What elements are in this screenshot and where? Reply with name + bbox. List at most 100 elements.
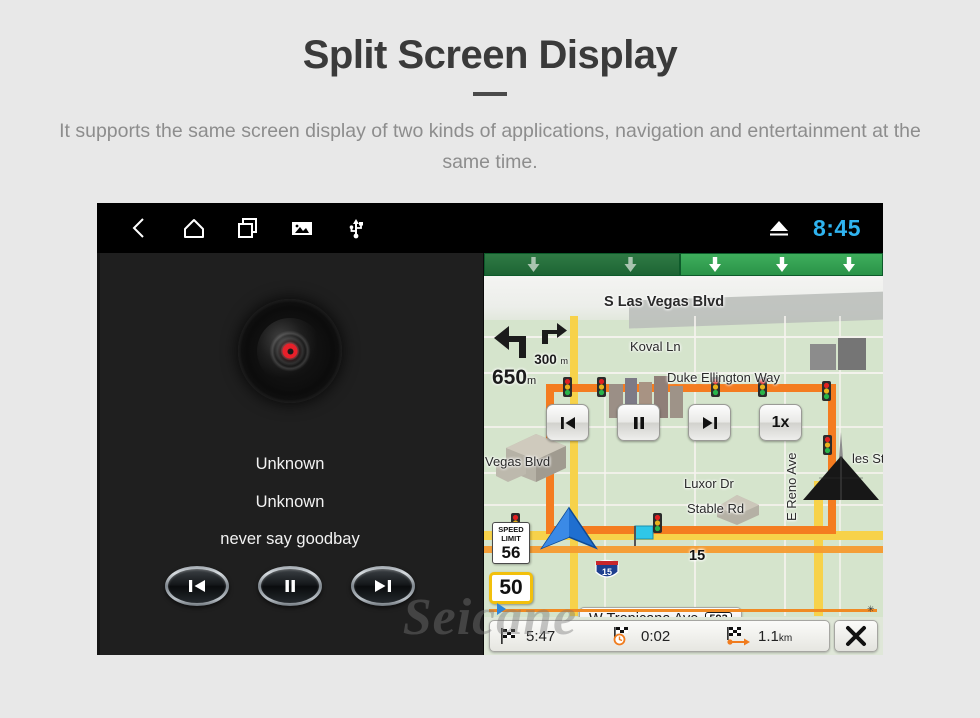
turn-left-icon xyxy=(494,326,526,358)
page-header: Split Screen Display It supports the sam… xyxy=(0,0,980,178)
speed-limit-value: 56 xyxy=(501,543,521,562)
remaining-time-value: 0:02 xyxy=(641,627,671,645)
track-album: Unknown xyxy=(255,492,325,511)
skip-previous-icon xyxy=(560,416,575,429)
navigation-panel: 15 15 S Las Vegas Blvd Koval Ln Duke Ell… xyxy=(484,253,883,655)
traffic-light-icon xyxy=(823,435,832,455)
track-title: never say goodbay xyxy=(220,530,360,548)
status-bar-right: 8:45 xyxy=(767,203,861,253)
map-label-luxor-dr: Luxor Dr xyxy=(684,476,734,491)
vinyl-disc-icon xyxy=(238,299,342,403)
skip-next-icon xyxy=(375,580,391,592)
lane-arrow xyxy=(815,254,882,275)
remaining-distance-info[interactable]: 1.1km xyxy=(716,626,829,646)
secondary-distance-value: 300 xyxy=(534,352,557,367)
map-simulation-controls: 1x xyxy=(546,404,802,441)
map-label-les-st: les St xyxy=(852,451,883,466)
skip-previous-icon xyxy=(189,580,205,592)
eject-icon[interactable] xyxy=(767,218,791,238)
speed-limit-sign: SPEED LIMIT 56 xyxy=(492,522,530,564)
progress-cursor-icon xyxy=(497,603,506,615)
lane-down-arrow-icon xyxy=(842,257,855,272)
map-label-e-reno-ave: E Reno Ave xyxy=(784,452,799,521)
traffic-light-icon xyxy=(653,513,662,533)
track-artist: Unknown xyxy=(255,455,325,473)
disc-hub xyxy=(282,343,298,359)
android-nav-icons xyxy=(127,215,369,241)
distance-unit: km xyxy=(778,632,793,644)
lane-down-arrow-icon xyxy=(708,257,721,272)
map-canvas[interactable]: 15 15 S Las Vegas Blvd Koval Ln Duke Ell… xyxy=(484,276,883,617)
sim-pause-button[interactable] xyxy=(617,404,660,441)
map-label-highway: 15 xyxy=(689,548,706,564)
primary-distance-unit: m xyxy=(527,375,537,387)
map-building-model xyxy=(810,338,866,370)
recents-icon[interactable] xyxy=(235,215,261,241)
primary-turn-distance: 650m xyxy=(492,366,536,390)
lane-group-inactive xyxy=(484,253,680,276)
close-navigation-button[interactable] xyxy=(834,620,878,652)
lane-group-active xyxy=(680,253,883,276)
lane-down-arrow-icon xyxy=(624,257,637,272)
home-icon[interactable] xyxy=(181,215,207,241)
primary-distance-value: 650 xyxy=(492,366,528,389)
page-root: Split Screen Display It supports the sam… xyxy=(0,0,980,718)
sim-forward-button[interactable] xyxy=(688,404,731,441)
map-pyramid-building-model xyxy=(803,432,879,500)
secondary-turn-distance: 300 m xyxy=(534,352,568,367)
lane-arrow xyxy=(748,254,815,275)
traffic-light-icon xyxy=(822,381,831,401)
sim-speed-button[interactable]: 1x xyxy=(759,404,802,441)
sim-rewind-button[interactable] xyxy=(546,404,589,441)
close-icon xyxy=(846,626,866,646)
turn-guidance: 300 m 650m xyxy=(490,316,568,390)
map-label-vegas-blvd: Vegas Blvd xyxy=(485,454,551,469)
title-divider xyxy=(473,92,507,96)
lane-down-arrow-icon xyxy=(775,257,788,272)
lane-arrow xyxy=(582,254,679,275)
lane-guidance-bar xyxy=(484,253,883,276)
secondary-distance-unit: m xyxy=(560,356,569,366)
map-label-header-road: S Las Vegas Blvd xyxy=(604,294,725,310)
page-subtitle: It supports the same screen display of t… xyxy=(59,120,921,173)
lane-arrow xyxy=(681,254,748,275)
navigation-bottom-bar: 5:47 0:02 1.1km xyxy=(484,617,883,655)
svg-text:15: 15 xyxy=(602,567,612,577)
media-transport-controls xyxy=(97,566,483,606)
eta-info[interactable]: 5:47 xyxy=(490,627,603,645)
checkered-flag-icon xyxy=(501,628,515,644)
map-label-koval-ln: Koval Ln xyxy=(630,339,681,354)
previous-track-button[interactable] xyxy=(165,566,229,606)
flag-arrow-icon xyxy=(727,627,750,646)
flag-clock-icon xyxy=(613,627,628,646)
eta-value: 5:47 xyxy=(526,627,556,645)
remaining-time-info[interactable]: 0:02 xyxy=(603,626,716,646)
device-screen: 8:45 Unknown Unknown never say goodbay 1… xyxy=(97,203,883,655)
turn-right-icon xyxy=(542,323,567,344)
android-status-bar: 8:45 xyxy=(97,203,883,253)
current-position-arrow-icon xyxy=(539,506,599,550)
pause-button[interactable] xyxy=(258,566,322,606)
skip-next-icon xyxy=(702,416,717,429)
speed-limit-line2: LIMIT xyxy=(501,533,521,543)
interstate-shield-icon: 15 xyxy=(595,559,619,578)
remaining-distance-value: 1.1km xyxy=(758,628,792,645)
back-icon[interactable] xyxy=(127,215,153,241)
status-clock: 8:45 xyxy=(812,214,861,241)
trip-info-bar: 5:47 0:02 1.1km xyxy=(489,620,830,652)
lane-down-arrow-icon xyxy=(527,257,540,272)
route-progress-bar[interactable]: ✳ xyxy=(489,603,877,615)
map-label-duke-ellington-way: Duke Ellington Way xyxy=(667,370,780,385)
usb-icon[interactable] xyxy=(343,215,369,241)
pause-icon xyxy=(285,580,295,592)
traffic-light-icon xyxy=(597,377,606,397)
next-track-button[interactable] xyxy=(351,566,415,606)
map-label-stable-rd: Stable Rd xyxy=(687,501,745,516)
distance-number: 1.1 xyxy=(758,627,779,645)
gallery-icon[interactable] xyxy=(289,215,315,241)
current-speed-indicator: 50 xyxy=(489,572,533,604)
map-road xyxy=(694,316,696,616)
lane-arrow xyxy=(485,254,582,275)
track-metadata: Unknown Unknown never say goodbay xyxy=(97,446,483,559)
pause-icon xyxy=(633,416,644,429)
